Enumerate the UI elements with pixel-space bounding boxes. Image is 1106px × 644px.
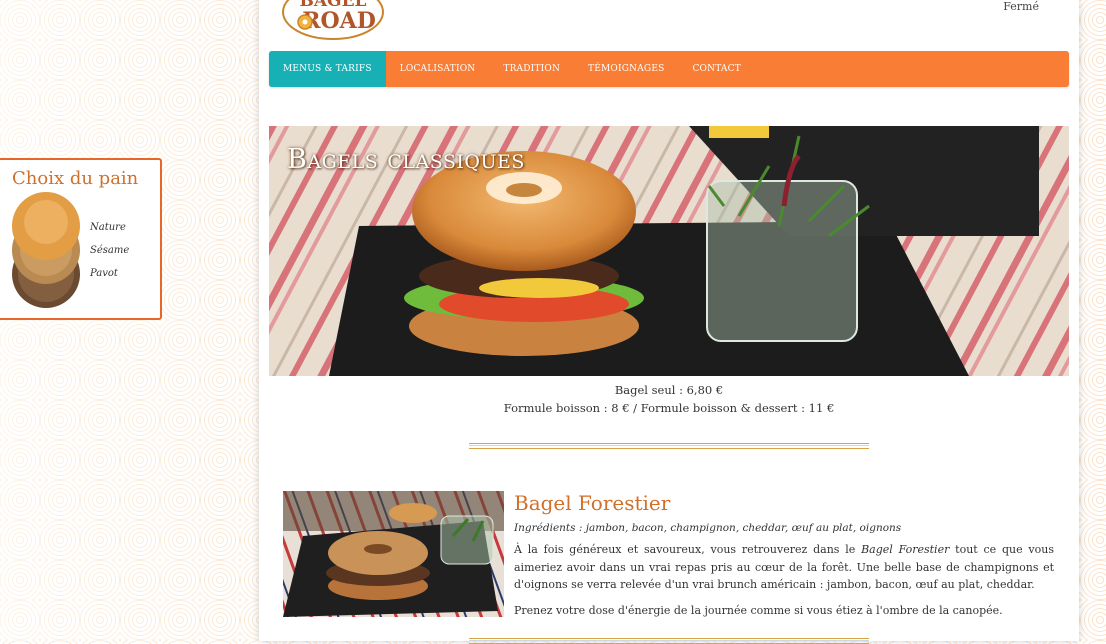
section-divider xyxy=(469,443,869,449)
hero-title: Bagels classiques xyxy=(287,144,525,175)
logo-text-road: ROAD xyxy=(302,8,376,34)
nav-item-localisation[interactable]: LOCALISATION xyxy=(386,51,490,87)
main-nav: MENUS & TARIFS LOCALISATION TRADITION TÉ… xyxy=(269,51,1069,87)
bagel-road-logo[interactable]: BAGEL ROAD xyxy=(281,0,385,40)
nav-item-contact[interactable]: CONTACT xyxy=(678,51,754,87)
bread-choice-widget: Choix du pain Nature Sésame Pavot xyxy=(0,158,162,320)
bread-choice-title: Choix du pain xyxy=(12,168,139,189)
bread-option-nature[interactable]: Nature xyxy=(90,222,126,233)
item-tagline: Prenez votre dose d'énergie de la journé… xyxy=(514,604,1003,617)
page-container: BAGEL ROAD Fermé MENUS & TARIFS LOCALISA… xyxy=(259,0,1079,644)
bread-option-sesame[interactable]: Sésame xyxy=(90,245,129,256)
item-description: À la fois généreux et savoureux, vous re… xyxy=(514,541,1054,594)
nav-item-menus-tarifs[interactable]: MENUS & TARIFS xyxy=(269,51,386,87)
item-desc-part1: À la fois généreux et savoureux, vous re… xyxy=(514,543,862,556)
background-pattern xyxy=(0,0,265,641)
bread-option-pavot[interactable]: Pavot xyxy=(90,268,118,279)
item-title: Bagel Forestier xyxy=(514,491,671,515)
section-divider-bottom xyxy=(469,638,869,644)
bagel-forestier-photo xyxy=(283,491,504,617)
hero-banner-image: Bagels classiques xyxy=(269,126,1069,376)
item-desc-name: Bagel Forestier xyxy=(861,543,950,556)
nav-item-tradition[interactable]: TRADITION xyxy=(489,51,574,87)
nav-item-temoignages[interactable]: TÉMOIGNAGES xyxy=(574,51,678,87)
price-formulas: Formule boisson : 8 € / Formule boisson … xyxy=(503,401,835,415)
opening-status: Fermé xyxy=(1003,0,1039,13)
item-ingredients: Ingrédients : jambon, bacon, champignon,… xyxy=(514,522,902,534)
price-single: Bagel seul : 6,80 € xyxy=(614,383,724,397)
